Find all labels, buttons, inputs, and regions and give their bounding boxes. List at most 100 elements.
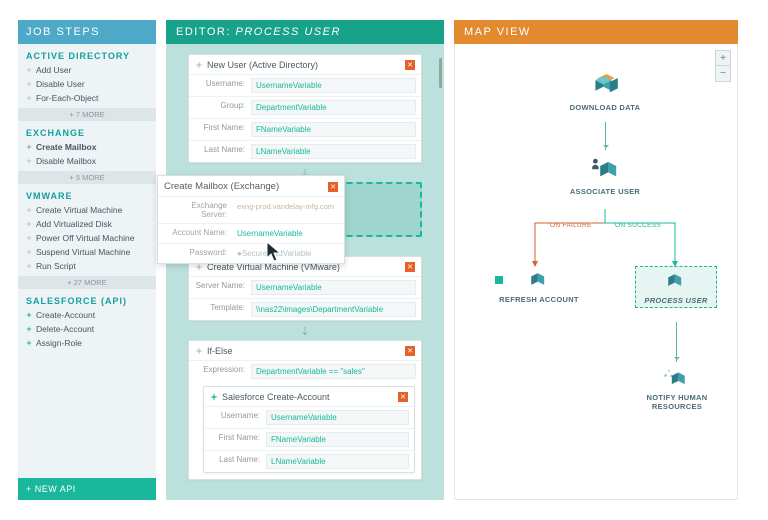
node-download[interactable]: DOWNLOAD DATA	[565, 72, 645, 112]
flow-arrow	[676, 322, 677, 362]
star-icon	[26, 207, 32, 213]
jobsteps-header: JOB STEPS	[18, 20, 156, 44]
step-create-vm[interactable]: Create Virtual Machine	[26, 203, 148, 217]
close-icon[interactable]: ✕	[398, 392, 408, 402]
card-ifelse[interactable]: If-Else ✕ Expression:DepartmentVariable …	[188, 340, 422, 480]
mapview-body[interactable]: + − DOWNLOAD DATA ASSOCIATE USER ON FAIL…	[454, 44, 738, 500]
step-add-disk[interactable]: Add Virtualized Disk	[26, 217, 148, 231]
editor-header-label: EDITOR:	[176, 26, 231, 38]
step-delete-account[interactable]: Delete-Account	[26, 322, 148, 336]
field-label: First Name:	[204, 429, 266, 450]
node-notify[interactable]: NOTIFY HUMAN RESOURCES	[635, 368, 719, 411]
step-suspend-vm[interactable]: Suspend Virtual Machine	[26, 245, 148, 259]
step-foreach[interactable]: For-Each-Object	[26, 91, 148, 105]
node-label: PROCESS USER	[644, 296, 707, 305]
step-label: Delete-Account	[36, 324, 94, 334]
mapview-header: MAP VIEW	[454, 20, 738, 44]
node-label: REFRESH ACCOUNT	[499, 295, 579, 304]
step-label: Assign-Role	[36, 338, 82, 348]
cube-icon	[663, 271, 689, 293]
star-icon	[26, 81, 32, 87]
field-value[interactable]: LNameVariable	[266, 454, 409, 469]
step-label: Run Script	[36, 261, 76, 271]
section-title: SALESFORCE (API)	[26, 293, 148, 308]
card-new-user[interactable]: New User (Active Directory) ✕ Username:U…	[188, 54, 422, 163]
card-title: New User (Active Directory)	[207, 60, 401, 70]
zoom-in-button[interactable]: +	[716, 51, 730, 66]
card-create-mailbox-floating[interactable]: Create Mailbox (Exchange) ✕ Exchange Ser…	[157, 175, 345, 264]
field-value[interactable]: FNameVariable	[266, 432, 409, 447]
step-label: Create-Account	[36, 310, 95, 320]
card-sf-create[interactable]: Salesforce Create-Account ✕ Username:Use…	[203, 386, 415, 473]
jobsteps-panel: JOB STEPS ACTIVE DIRECTORY Add User Disa…	[18, 20, 156, 500]
more-ad[interactable]: + 7 MORE	[18, 108, 156, 121]
field-value[interactable]: UsernameVariable	[251, 78, 416, 93]
star-icon	[210, 393, 218, 401]
section-exchange: EXCHANGE Create Mailbox Disable Mailbox …	[18, 121, 156, 184]
card-title: Create Mailbox (Exchange)	[164, 181, 324, 192]
star-icon	[26, 312, 32, 318]
field-value[interactable]: LNameVariable	[251, 144, 416, 159]
node-associate[interactable]: ASSOCIATE USER	[565, 156, 645, 196]
field-label: Template:	[189, 299, 251, 320]
star-icon	[26, 340, 32, 346]
close-icon[interactable]: ✕	[405, 262, 415, 272]
cube-icon	[526, 270, 552, 292]
field-value[interactable]: exng-prod.vandelay-mfg.com	[233, 200, 339, 220]
cursor-icon	[265, 240, 285, 264]
step-label: Create Virtual Machine	[36, 205, 122, 215]
section-vmware: VMWARE Create Virtual Machine Add Virtua…	[18, 184, 156, 289]
star-icon	[26, 144, 32, 150]
step-disable-mailbox[interactable]: Disable Mailbox	[26, 154, 148, 168]
star-icon	[195, 263, 203, 271]
field-label: Expression:	[189, 361, 251, 382]
step-create-mailbox[interactable]: Create Mailbox	[26, 140, 148, 154]
card-title: Salesforce Create-Account	[222, 392, 394, 402]
step-label: Create Mailbox	[36, 142, 96, 152]
scrollbar[interactable]	[439, 58, 442, 88]
field-value[interactable]: \\nas22\images\DepartmentVariable	[251, 302, 416, 317]
field-value[interactable]: DepartmentVariable	[251, 100, 416, 115]
user-cube-icon	[589, 156, 621, 184]
field-value[interactable]: UsernameVariable	[251, 280, 416, 295]
step-runscript[interactable]: Run Script	[26, 259, 148, 273]
field-value[interactable]: DepartmentVariable == "sales"	[251, 364, 416, 379]
star-icon	[26, 326, 32, 332]
step-disable-user[interactable]: Disable User	[26, 77, 148, 91]
editor-header: EDITOR: PROCESS USER	[166, 20, 444, 44]
step-poweroff-vm[interactable]: Power Off Virtual Machine	[26, 231, 148, 245]
step-label: Add User	[36, 65, 71, 75]
field-value[interactable]: UsernameVariable	[233, 227, 339, 240]
arrow-down-icon: ⇣	[188, 325, 422, 338]
node-refresh[interactable]: REFRESH ACCOUNT	[499, 270, 579, 304]
branch-connectors	[515, 209, 695, 274]
step-assign-role[interactable]: Assign-Role	[26, 336, 148, 350]
field-label: First Name:	[189, 119, 251, 140]
more-exchange[interactable]: + 5 MORE	[18, 171, 156, 184]
step-add-user[interactable]: Add User	[26, 63, 148, 77]
close-icon[interactable]: ✕	[405, 60, 415, 70]
field-value[interactable]: FNameVariable	[251, 122, 416, 137]
field-label: Exchange Server:	[158, 197, 233, 223]
section-salesforce: SALESFORCE (API) Create-Account Delete-A…	[18, 289, 156, 350]
step-create-account[interactable]: Create-Account	[26, 308, 148, 322]
field-value[interactable]: UsernameVariable	[266, 410, 409, 425]
close-icon[interactable]: ✕	[328, 182, 338, 192]
star-icon	[26, 95, 32, 101]
star-icon	[195, 61, 203, 69]
node-label: DOWNLOAD DATA	[570, 103, 641, 112]
more-vmware[interactable]: + 27 MORE	[18, 276, 156, 289]
field-value[interactable]: ●SecurePwdVariable	[233, 247, 339, 260]
branch-label-succ: ON SUCCESS	[615, 222, 661, 229]
new-api-button[interactable]: + NEW API	[18, 478, 156, 500]
step-label: Add Virtualized Disk	[36, 219, 112, 229]
node-process-user[interactable]: PROCESS USER	[635, 266, 717, 308]
field-label: Last Name:	[204, 451, 266, 472]
close-icon[interactable]: ✕	[405, 346, 415, 356]
star-icon	[26, 235, 32, 241]
section-title: ACTIVE DIRECTORY	[26, 48, 148, 63]
card-vmware[interactable]: Create Virtual Machine (VMware) ✕ Server…	[188, 256, 422, 321]
node-label: NOTIFY HUMAN RESOURCES	[647, 393, 708, 411]
zoom-out-button[interactable]: −	[716, 66, 730, 81]
step-label: Suspend Virtual Machine	[36, 247, 130, 257]
